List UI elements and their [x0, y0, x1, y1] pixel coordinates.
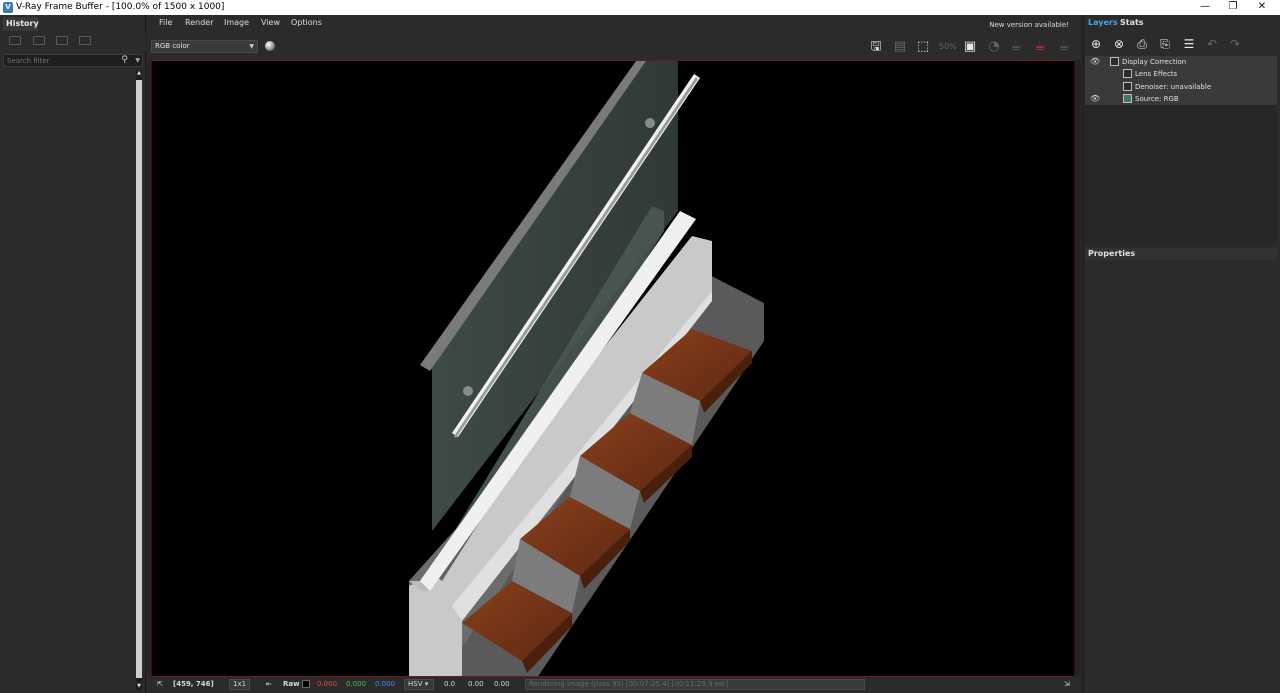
layer-source-rgb[interactable]: 👁 Source: RGB: [1085, 93, 1277, 105]
pixel-swatch: [302, 680, 310, 688]
layer-lens-effects[interactable]: Lens Effects: [1085, 68, 1277, 80]
status-bar: ⇱ [459, 746] 1x1 ⇤ Raw 0.000 0.000 0.000…: [147, 677, 1081, 693]
undo-icon[interactable]: ↶: [1204, 36, 1220, 52]
chevron-down-icon[interactable]: ▼: [135, 55, 140, 66]
layers-tree: 👁 Display Correction Lens Effects Denois…: [1085, 56, 1277, 105]
render-icon[interactable]: ☕: [1056, 39, 1072, 55]
pin-icon[interactable]: ⇱: [157, 680, 163, 688]
history-scrollbar[interactable]: ▲ ▼: [136, 70, 142, 690]
close-button[interactable]: ✕: [1247, 0, 1277, 15]
blue-value: 0.000: [375, 680, 396, 688]
eye-icon[interactable]: 👁: [1090, 93, 1100, 105]
menu-options[interactable]: Options: [291, 18, 322, 27]
menu-view[interactable]: View: [261, 18, 280, 27]
load-icon[interactable]: ▤: [892, 39, 908, 55]
menu-image[interactable]: Image: [224, 18, 249, 27]
chevron-down-icon: ▼: [249, 43, 254, 50]
load-history-icon[interactable]: [56, 36, 68, 45]
title-bar: V V-Ray Frame Buffer - [100.0% of 1500 x…: [0, 0, 1280, 15]
color-mode-value: HSV: [408, 680, 423, 688]
save-layers-icon[interactable]: ⎙: [1134, 36, 1150, 52]
pixel-picker-icon[interactable]: ⇤: [266, 680, 272, 688]
green-value: 0.000: [346, 680, 367, 688]
search-input[interactable]: [4, 55, 114, 66]
tab-layers[interactable]: Layers: [1088, 18, 1118, 27]
track-mouse-icon[interactable]: ◔: [986, 39, 1002, 55]
color-mode-select[interactable]: HSV ▾: [404, 679, 434, 690]
render-view[interactable]: [151, 60, 1075, 677]
search-icon[interactable]: ⚲: [121, 55, 128, 66]
redo-icon[interactable]: ↷: [1227, 36, 1243, 52]
scroll-down-icon[interactable]: ▼: [136, 683, 142, 690]
hue-value: 0.0: [444, 680, 456, 688]
bucket-render-icon[interactable]: ☕: [1008, 39, 1024, 55]
saturation-value: 0.00: [468, 680, 484, 688]
compare-ab-icon[interactable]: [33, 36, 45, 45]
crop-icon[interactable]: ▣: [962, 39, 978, 55]
scrollbar-thumb[interactable]: [136, 80, 142, 678]
layer-name: Source: RGB: [1135, 95, 1179, 103]
history-list: [3, 70, 135, 690]
raw-label: Raw: [283, 680, 300, 688]
channel-select-value: RGB color: [155, 42, 190, 50]
lens-effects-icon: [1123, 69, 1132, 78]
tab-history[interactable]: History: [3, 17, 39, 31]
add-layer-icon[interactable]: ⊕: [1088, 36, 1104, 52]
source-icon: [1123, 94, 1132, 103]
layers-empty-area: [1085, 105, 1277, 245]
layer-denoiser[interactable]: Denoiser: unavailable: [1085, 81, 1277, 93]
restore-button[interactable]: ❐: [1218, 0, 1248, 15]
presets-list-icon[interactable]: ☰: [1181, 36, 1197, 52]
clear-history-icon[interactable]: [79, 36, 91, 45]
vray-icon: V: [3, 2, 13, 13]
channel-select[interactable]: RGB color ▼: [151, 40, 258, 53]
layer-name: Display Correction: [1122, 58, 1187, 66]
delete-layer-icon[interactable]: ⊗: [1111, 36, 1127, 52]
layers-panel: Layers Stats ⊕ ⊗ ⎙ ⎘ ☰ ↶ ↷ 👁 Display Cor…: [1083, 15, 1280, 693]
window-title: V-Ray Frame Buffer - [100.0% of 1500 x 1…: [16, 2, 225, 12]
save-icon[interactable]: 🖫: [868, 39, 884, 55]
color-sphere-icon[interactable]: [265, 41, 275, 51]
history-toolbar: [0, 32, 146, 52]
correction-icon: [1110, 57, 1119, 66]
resize-grip-icon[interactable]: ⇲: [1064, 680, 1070, 688]
history-panel: History ⚲ ▼ ▲ ▼: [0, 15, 146, 693]
layers-toolbar: ⊕ ⊗ ⎙ ⎘ ☰ ↶ ↷: [1084, 32, 1280, 57]
region-render-icon[interactable]: ⬚: [915, 39, 931, 55]
50-percent-icon[interactable]: 50%: [939, 39, 957, 55]
menu-bar: File Render Image View Options New versi…: [147, 15, 1081, 35]
new-version-link[interactable]: New version available!: [989, 21, 1069, 29]
scroll-up-icon[interactable]: ▲: [136, 70, 142, 77]
stop-render-icon[interactable]: ☕: [1032, 39, 1048, 55]
sample-size-select[interactable]: 1x1: [229, 679, 251, 690]
search-filter: ⚲ ▼: [3, 54, 143, 67]
tab-stats[interactable]: Stats: [1120, 18, 1144, 27]
mouse-coords: [459, 746]: [173, 680, 214, 688]
layer-display-correction[interactable]: 👁 Display Correction: [1085, 56, 1277, 68]
properties-body: [1085, 261, 1277, 691]
denoiser-icon: [1123, 82, 1132, 91]
save-history-icon[interactable]: [9, 36, 21, 45]
load-layers-icon[interactable]: ⎘: [1157, 36, 1173, 52]
minimize-button[interactable]: —: [1190, 0, 1220, 15]
red-value: 0.000: [317, 680, 338, 688]
eye-icon[interactable]: 👁: [1090, 56, 1100, 68]
render-progress: Rendering image (pass 95) [00:07:25.4] […: [525, 679, 865, 690]
menu-file[interactable]: File: [159, 18, 172, 27]
properties-header: Properties: [1085, 248, 1277, 260]
layer-name: Lens Effects: [1135, 70, 1178, 78]
value-value: 0.00: [494, 680, 510, 688]
layer-name: Denoiser: unavailable: [1135, 83, 1212, 91]
render-toolbar: RGB color ▼ 🖫 ▤ ⬚ 50% ▣ ◔ ☕ ☕ ☕: [147, 35, 1081, 60]
menu-render[interactable]: Render: [185, 18, 213, 27]
rendered-image: [409, 61, 764, 676]
